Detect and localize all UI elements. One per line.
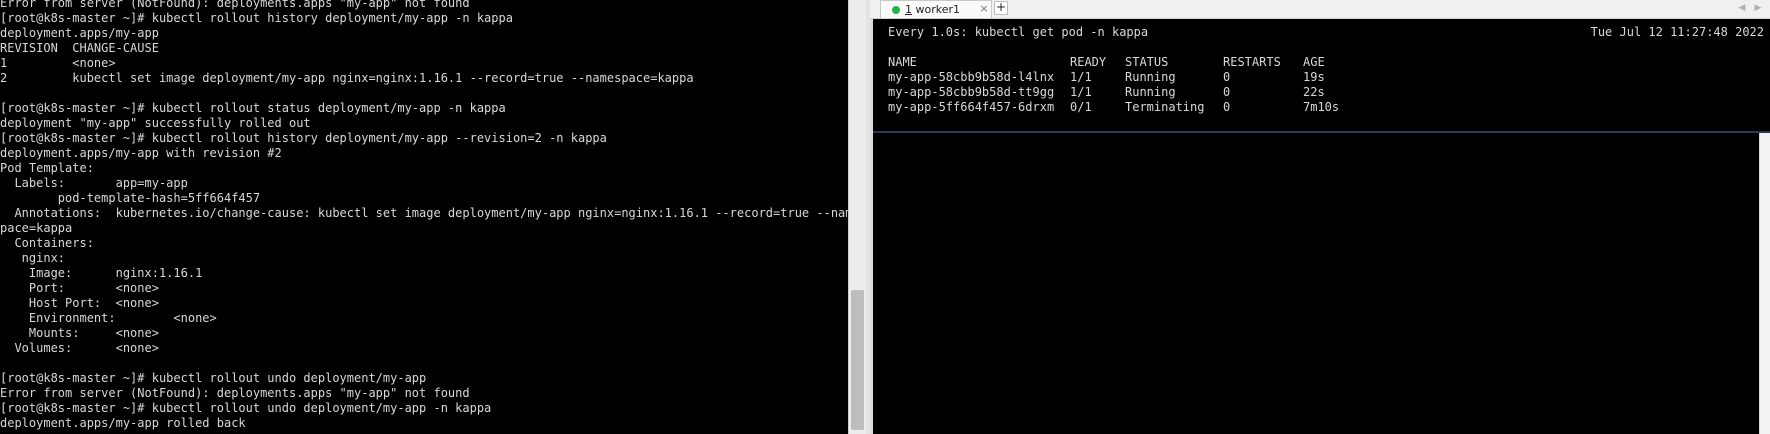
terminal-line: Labels: app=my-app: [0, 176, 188, 190]
table-row: my-app-5ff664f457-6drxm 0/1 Terminating …: [888, 100, 1339, 115]
terminal-line: [root@k8s-master ~]# kubectl rollout und…: [0, 371, 427, 385]
left-terminal-output: Error from server (NotFound): deployment…: [0, 0, 848, 431]
terminal-line: Host Port: <none>: [0, 296, 159, 310]
terminal-line: REVISION CHANGE-CAUSE: [0, 41, 159, 55]
chevron-left-icon[interactable]: ◀: [1736, 1, 1748, 15]
pod-restarts: 0: [1223, 100, 1231, 114]
terminal-line: Annotations: kubernetes.io/change-cause:…: [0, 206, 848, 220]
pod-restarts: 0: [1223, 70, 1231, 84]
column-header-name: NAME: [888, 55, 917, 69]
tab-bar: 1 worker1 × + ◀ ▶: [870, 0, 1770, 19]
pod-age: 22s: [1303, 85, 1325, 99]
terminal-line: deployment.apps/my-app rolled back: [0, 416, 246, 430]
left-terminal-scrollbar[interactable]: [848, 0, 867, 434]
terminal-line: Pod Template:: [0, 161, 94, 175]
terminal-line: deployment.apps/my-app: [0, 26, 159, 40]
status-dot-icon: [892, 6, 900, 14]
watch-header: Every 1.0s: kubectl get pod -n kappa Tue…: [888, 25, 1764, 40]
column-header-restarts: RESTARTS: [1223, 55, 1281, 69]
pod-name: my-app-58cbb9b58d-tt9gg: [888, 85, 1055, 99]
terminal-line: Image: nginx:1.16.1: [0, 266, 203, 280]
new-tab-button[interactable]: +: [994, 1, 1008, 15]
terminal-line: nginx:: [0, 251, 66, 265]
terminal-line: Error from server (NotFound): deployment…: [0, 0, 470, 10]
pod-ready: 0/1: [1070, 100, 1092, 114]
pod-name: my-app-58cbb9b58d-l4lnx: [888, 70, 1055, 84]
pod-age: 7m10s: [1303, 100, 1340, 114]
chevron-right-icon[interactable]: ▶: [1752, 1, 1764, 15]
terminal-line: [root@k8s-master ~]# kubectl rollout his…: [0, 11, 513, 25]
terminal-line: 1 <none>: [0, 56, 116, 70]
terminal-line: pod-template-hash=5ff664f457: [0, 191, 261, 205]
pod-restarts: 0: [1223, 85, 1231, 99]
pod-status: Running: [1125, 70, 1176, 84]
close-icon[interactable]: ×: [977, 2, 991, 16]
tab-worker1[interactable]: 1 worker1 ×: [880, 0, 992, 18]
terminal-line: pace=kappa: [0, 221, 73, 235]
tab-label: 1 worker1: [905, 3, 960, 16]
watch-timestamp: Tue Jul 12 11:27:48 2022: [1590, 25, 1764, 39]
tab-number: 1: [905, 3, 912, 16]
terminal-line: [root@k8s-master ~]# kubectl rollout his…: [0, 131, 607, 145]
pod-table: NAME READY STATUS RESTARTS AGE my-app-58…: [888, 55, 1339, 115]
terminal-line: Containers:: [0, 236, 94, 250]
terminal-line: Environment: <none>: [0, 311, 217, 325]
pod-status: Running: [1125, 85, 1176, 99]
right-terminal-pane: 1 worker1 × + ◀ ▶ Every 1.0s: kubectl ge…: [870, 0, 1770, 434]
column-header-status: STATUS: [1125, 55, 1169, 69]
pod-ready: 1/1: [1070, 70, 1092, 84]
column-header-ready: READY: [1070, 55, 1107, 69]
pod-ready: 1/1: [1070, 85, 1092, 99]
pod-table-header: NAME READY STATUS RESTARTS AGE: [888, 55, 1325, 70]
terminal-line: Volumes: <none>: [0, 341, 159, 355]
terminal-line: Port: <none>: [0, 281, 159, 295]
lower-terminal-area[interactable]: [873, 133, 1759, 434]
terminal-line: Error from server (NotFound): deployment…: [0, 386, 470, 400]
terminal-line: 2 kubectl set image deployment/my-app ng…: [0, 71, 694, 85]
table-row: my-app-58cbb9b58d-l4lnx 1/1 Running 0 19…: [888, 70, 1325, 85]
left-terminal-pane[interactable]: Error from server (NotFound): deployment…: [0, 0, 848, 434]
terminal-line: [root@k8s-master ~]# kubectl rollout sta…: [0, 101, 506, 115]
pod-age: 19s: [1303, 70, 1325, 84]
terminal-line: deployment.apps/my-app with revision #2: [0, 146, 282, 160]
tab-name: worker1: [912, 3, 961, 16]
right-terminal-scrollbar[interactable]: [1759, 133, 1770, 434]
column-header-age: AGE: [1303, 55, 1325, 69]
terminal-line: deployment "my-app" successfully rolled …: [0, 116, 311, 130]
pod-status: Terminating: [1125, 100, 1205, 114]
watch-command: Every 1.0s: kubectl get pod -n kappa: [888, 25, 1149, 39]
terminal-line: Mounts: <none>: [0, 326, 159, 340]
watch-output-pane[interactable]: Every 1.0s: kubectl get pod -n kappa Tue…: [873, 19, 1770, 131]
left-scrollbar-thumb[interactable]: [851, 290, 864, 430]
terminal-line: [root@k8s-master ~]# kubectl rollout und…: [0, 401, 492, 415]
pod-name: my-app-5ff664f457-6drxm: [888, 100, 1055, 114]
table-row: my-app-58cbb9b58d-tt9gg 1/1 Running 0 22…: [888, 85, 1325, 100]
